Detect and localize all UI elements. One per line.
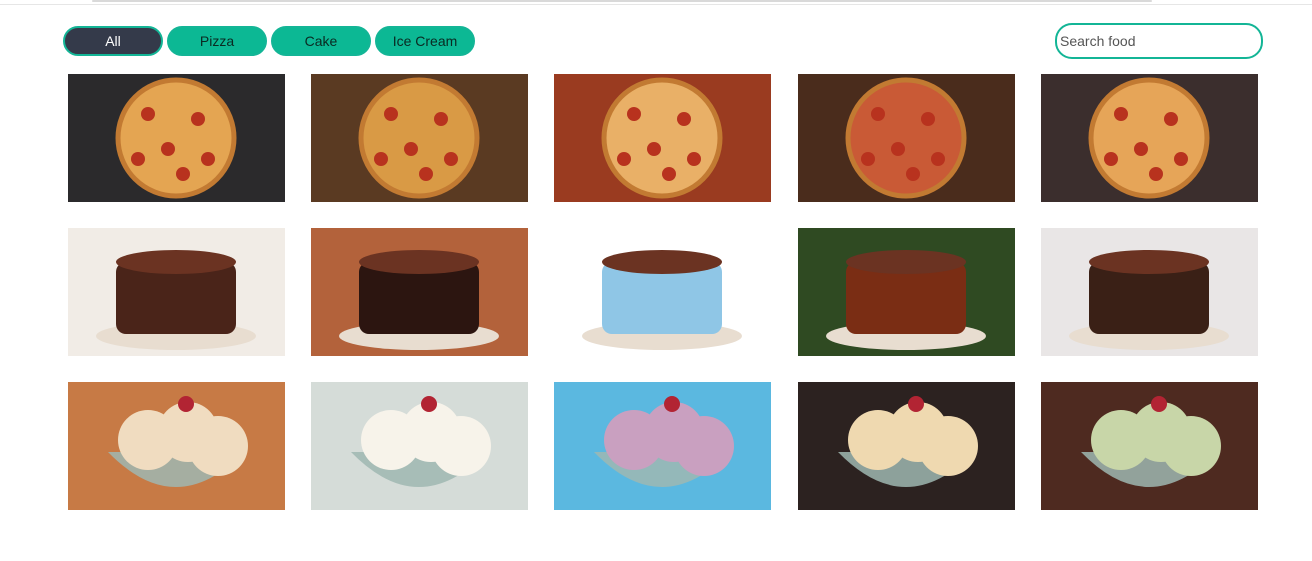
cake-photo-2-image: [311, 228, 528, 356]
pizza-photo-5-image: [1041, 74, 1258, 202]
filter-all-button[interactable]: All: [63, 26, 163, 56]
pizza-photo-2-image: [311, 74, 528, 202]
icecream-photo-4[interactable]: [798, 382, 1015, 510]
cake-photo-2[interactable]: [311, 228, 528, 356]
icecream-photo-1-image: [68, 382, 285, 510]
cake-photo-1[interactable]: [68, 228, 285, 356]
icecream-photo-1[interactable]: [68, 382, 285, 510]
cake-photo-5-image: [1041, 228, 1258, 356]
filter-toolbar: All Pizza Cake Ice Cream: [63, 23, 1263, 60]
window-top-edge: [0, 0, 1312, 5]
filter-cake-button[interactable]: Cake: [271, 26, 371, 56]
icecream-photo-3[interactable]: [554, 382, 771, 510]
icecream-photo-5-image: [1041, 382, 1258, 510]
pizza-photo-1[interactable]: [68, 74, 285, 202]
icecream-photo-2-image: [311, 382, 528, 510]
icecream-photo-5[interactable]: [1041, 382, 1258, 510]
icecream-photo-4-image: [798, 382, 1015, 510]
pizza-photo-2[interactable]: [311, 74, 528, 202]
filter-icecream-button[interactable]: Ice Cream: [375, 26, 475, 56]
cake-photo-1-image: [68, 228, 285, 356]
cake-photo-3[interactable]: [554, 228, 771, 356]
cake-photo-5[interactable]: [1041, 228, 1258, 356]
horizontal-scrollbar[interactable]: [92, 0, 1152, 2]
pizza-photo-4[interactable]: [798, 74, 1015, 202]
cake-photo-4[interactable]: [798, 228, 1015, 356]
pizza-photo-5[interactable]: [1041, 74, 1258, 202]
icecream-photo-3-image: [554, 382, 771, 510]
filter-pizza-button[interactable]: Pizza: [167, 26, 267, 56]
search-input[interactable]: [1055, 23, 1263, 59]
cake-photo-3-image: [554, 228, 771, 356]
pizza-photo-3-image: [554, 74, 771, 202]
cake-photo-4-image: [798, 228, 1015, 356]
pizza-photo-3[interactable]: [554, 74, 771, 202]
pizza-photo-1-image: [68, 74, 285, 202]
icecream-photo-2[interactable]: [311, 382, 528, 510]
pizza-photo-4-image: [798, 74, 1015, 202]
